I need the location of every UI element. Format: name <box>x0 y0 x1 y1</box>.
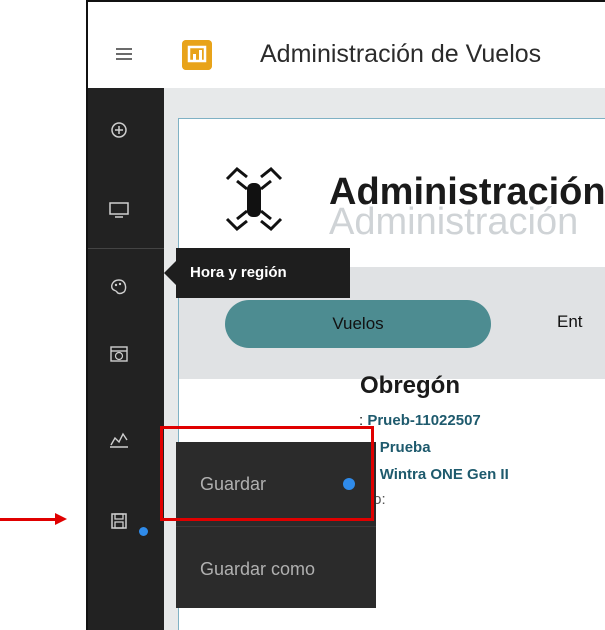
tab-vuelos[interactable]: Vuelos <box>225 300 491 348</box>
flight-code-value: Prueb-11022507 <box>367 412 481 429</box>
highlight-box <box>160 426 374 521</box>
flight-type-value: Prueba <box>379 439 431 456</box>
menu-item-guardar-como[interactable]: Guardar como <box>176 527 376 611</box>
hamburger-icon[interactable] <box>116 48 132 60</box>
tooltip-hora-region: Hora y región <box>164 248 350 298</box>
save-icon[interactable] <box>108 512 130 534</box>
tab-next[interactable]: Ent <box>557 312 583 332</box>
palette-icon[interactable] <box>108 278 130 300</box>
chart-line-icon[interactable] <box>108 430 130 452</box>
top-bar: Administración de Vuelos <box>88 2 605 89</box>
sidebar-divider <box>88 248 164 249</box>
panel-heading: Administración <box>329 171 605 213</box>
sidebar <box>88 88 164 630</box>
unsaved-indicator-dot <box>139 527 148 536</box>
app-title: Administración de Vuelos <box>260 40 542 68</box>
calendar-globe-icon[interactable] <box>108 344 130 366</box>
app-window: Administración de Vuelos Administración … <box>86 0 605 630</box>
arrow-line <box>0 518 57 521</box>
arrow-head <box>55 513 67 525</box>
flight-model-value: Wintra ONE Gen II <box>379 466 509 483</box>
menu-item-guardar-como-label: Guardar como <box>200 559 316 579</box>
app-logo-icon <box>182 40 212 70</box>
monitor-icon[interactable] <box>108 201 130 223</box>
drone-icon <box>225 166 283 232</box>
plus-circle-icon[interactable] <box>108 121 130 143</box>
flight-model-line: o: Wintra ONE Gen II <box>363 466 509 483</box>
flight-title: Obregón <box>360 372 460 399</box>
flight-code-line: : Prueb-11022507 <box>359 412 481 429</box>
